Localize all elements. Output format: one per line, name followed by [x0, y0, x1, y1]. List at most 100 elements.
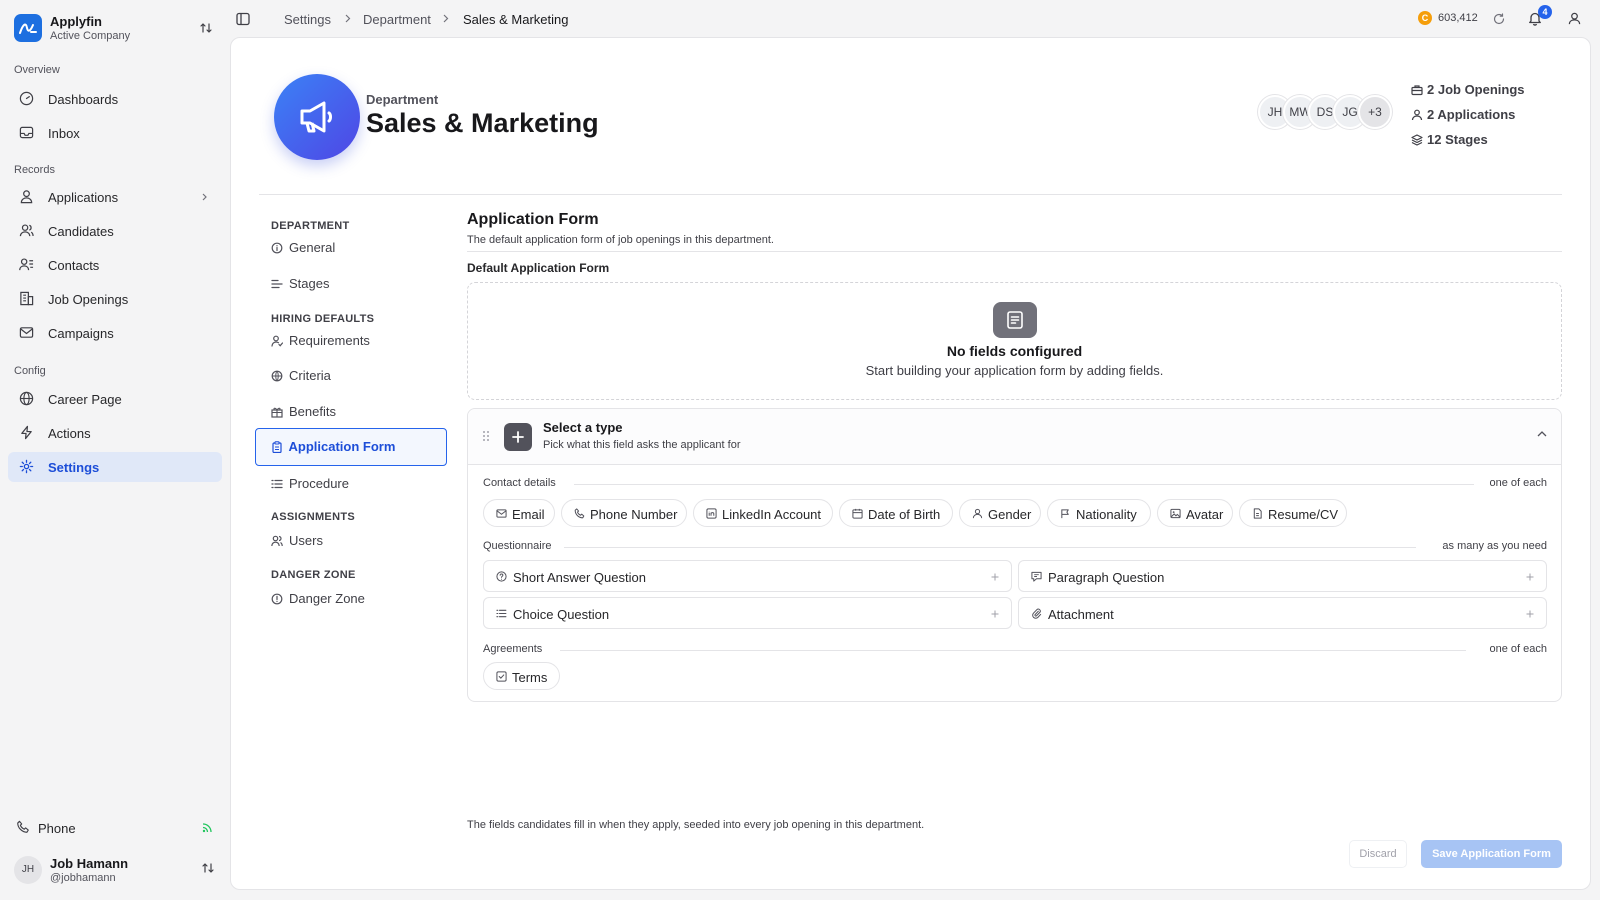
plus-icon: [504, 423, 532, 451]
building-icon: [19, 291, 34, 306]
sidebar-item-career-page[interactable]: Career Page: [8, 384, 222, 414]
field-type-attachment[interactable]: Attachment: [1018, 597, 1547, 629]
field-type-label: Gender: [988, 507, 1032, 522]
member-avatars[interactable]: JH MW DS JG +3: [1258, 95, 1398, 131]
coin-icon: C: [1418, 11, 1432, 25]
user-menu-icon[interactable]: [1568, 12, 1581, 25]
message-icon: [1031, 571, 1042, 582]
subnav-item-application-form[interactable]: Application Form: [255, 428, 447, 466]
type-picker-header[interactable]: Select a type Pick what this field asks …: [468, 409, 1561, 465]
stat-stages[interactable]: 12 Stages: [1411, 132, 1571, 150]
field-type-choice[interactable]: Choice Question: [483, 597, 1012, 629]
empty-state: No fields configured Start building your…: [467, 282, 1562, 400]
field-type-phone-number[interactable]: Phone Number: [561, 499, 687, 527]
group-label-questionnaire: Questionnaire: [483, 540, 552, 552]
flag-icon: [1061, 509, 1069, 519]
sidebar-item-contacts[interactable]: Contacts: [8, 250, 222, 280]
form-footer-note: The fields candidates fill in when they …: [467, 819, 925, 831]
plus-icon: [991, 610, 999, 618]
switch-arrows-icon[interactable]: [202, 862, 214, 874]
subnav-label: Stages: [289, 276, 330, 291]
subnav-item-criteria[interactable]: Criteria: [255, 357, 447, 395]
sidebar-item-candidates[interactable]: Candidates: [8, 216, 222, 246]
plus-icon: [991, 573, 999, 581]
sidebar-item-settings[interactable]: Settings: [8, 452, 222, 482]
refresh-icon[interactable]: [1493, 13, 1505, 25]
more-members-badge[interactable]: +3: [1358, 95, 1392, 129]
field-type-date-of-birth[interactable]: Date of Birth: [839, 499, 953, 527]
stat-applications[interactable]: 2 Applications: [1411, 107, 1571, 125]
field-type-nationality[interactable]: Nationality: [1047, 499, 1151, 527]
subnav-item-benefits[interactable]: Benefits: [255, 393, 447, 431]
subnav-item-procedure[interactable]: Procedure: [255, 465, 447, 503]
subnav-label: Users: [289, 533, 323, 548]
field-type-label: Terms: [512, 670, 548, 685]
field-type-avatar[interactable]: Avatar: [1157, 499, 1233, 527]
sidebar-item-label: Job Openings: [48, 292, 129, 307]
save-application-form-button[interactable]: Save Application Form: [1421, 840, 1562, 868]
phone-status[interactable]: Phone: [8, 814, 222, 842]
sidebar-toggle-icon[interactable]: [236, 12, 250, 26]
stat-label: 2 Job Openings: [1427, 82, 1525, 97]
subnav-item-stages[interactable]: Stages: [255, 265, 447, 303]
section-config: Config: [14, 365, 46, 377]
sidebar-item-dashboards[interactable]: Dashboards: [8, 84, 222, 114]
field-type-resume-cv[interactable]: Resume/CV: [1239, 499, 1347, 527]
user-check-icon: [271, 335, 283, 347]
sidebar-item-inbox[interactable]: Inbox: [8, 118, 222, 148]
workspace-switcher[interactable]: Applyfin Active Company: [14, 14, 214, 44]
contacts-icon: [19, 257, 34, 272]
sidebar-item-campaigns[interactable]: Campaigns: [8, 318, 222, 348]
divider: [564, 547, 1416, 548]
field-type-label: Attachment: [1048, 607, 1114, 622]
calendar-icon: [852, 508, 863, 519]
subnav-item-danger-zone[interactable]: Danger Zone: [255, 580, 447, 618]
image-icon: [1170, 508, 1181, 519]
checkbox-icon: [496, 671, 507, 682]
stat-label: 12 Stages: [1427, 132, 1488, 147]
field-type-linkedin-account[interactable]: LinkedIn Account: [693, 499, 833, 527]
phone-icon: [16, 820, 30, 834]
subnav-item-general[interactable]: General: [255, 229, 447, 267]
subnav-item-users[interactable]: Users: [255, 522, 447, 560]
breadcrumb-department[interactable]: Department: [363, 12, 431, 27]
clipboard-icon: [271, 440, 283, 453]
user-menu[interactable]: JH Job Hamann @jobhamann: [8, 854, 222, 888]
notification-badge: 4: [1538, 5, 1552, 19]
field-type-label: Choice Question: [513, 607, 610, 622]
switch-arrows-icon[interactable]: [200, 22, 212, 34]
sidebar-item-job-openings[interactable]: Job Openings: [8, 284, 222, 314]
field-type-label: Short Answer Question: [513, 570, 646, 585]
empty-subtitle: Start building your application form by …: [865, 363, 1164, 378]
paperclip-icon: [1032, 608, 1042, 619]
discard-button[interactable]: Discard: [1349, 840, 1407, 868]
subnav-label: Requirements: [289, 333, 370, 348]
sidebar-item-label: Inbox: [48, 126, 80, 141]
document-icon: [993, 302, 1037, 338]
field-type-terms[interactable]: Terms: [483, 662, 560, 690]
topbar: Settings Department Sales & Marketing C …: [228, 0, 1600, 38]
user-icon: [1411, 109, 1423, 121]
chevron-up-icon[interactable]: [1537, 431, 1547, 437]
field-type-paragraph[interactable]: Paragraph Question: [1018, 560, 1547, 592]
chevron-right-icon: [345, 14, 351, 23]
divider: [259, 194, 1562, 195]
field-type-gender[interactable]: Gender: [959, 499, 1041, 527]
field-type-label: Email: [512, 507, 545, 522]
sidebar-item-actions[interactable]: Actions: [8, 418, 222, 448]
subnav-item-requirements[interactable]: Requirements: [255, 322, 447, 360]
field-type-short-answer[interactable]: Short Answer Question: [483, 560, 1012, 592]
sidebar-item-applications[interactable]: Applications: [8, 182, 222, 212]
sidebar-item-label: Candidates: [48, 224, 114, 239]
type-picker-subtitle: Pick what this field asks the applicant …: [543, 439, 741, 451]
breadcrumb-settings[interactable]: Settings: [284, 12, 331, 27]
sidebar-item-label: Contacts: [48, 258, 100, 273]
divider: [467, 251, 1562, 252]
empty-title: No fields configured: [946, 343, 1083, 359]
section-title: Application Form: [467, 211, 599, 228]
subnav-label: Application Form: [288, 438, 396, 454]
avatar: JH: [14, 856, 42, 884]
drag-handle-icon[interactable]: [482, 430, 490, 442]
stat-job-openings[interactable]: 2 Job Openings: [1411, 82, 1571, 100]
field-type-email[interactable]: Email: [483, 499, 555, 527]
